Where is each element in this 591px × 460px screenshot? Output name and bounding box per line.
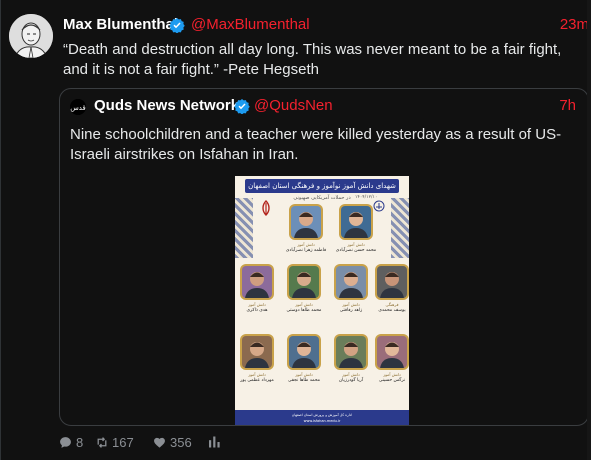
portrait-name: نرگس حسینی [378,378,406,383]
portrait-role: دانش آموز [342,302,360,307]
portrait-photo [375,264,409,300]
portrait-photo [287,334,321,370]
repost-icon [97,437,107,448]
post: Max Blumenthal @MaxBlumenthal 23m “Death… [0,0,591,460]
person-photo-icon [377,266,407,298]
analytics-button[interactable] [209,434,223,452]
portrait-name: هدی ذاکری [246,308,268,313]
person-photo-icon [242,336,272,368]
portrait-name: زاهد رفاقتی [339,308,363,313]
portrait-name: یوسف محمدی [378,308,406,313]
author-name[interactable]: Max Blumenthal [63,16,178,33]
reply-count: 8 [76,435,84,450]
portrait-name: محمد طاها نجفی [287,378,321,383]
author-avatar[interactable] [9,14,53,58]
post-header: Max Blumenthal @MaxBlumenthal 23m [63,16,591,36]
portrait-photo [240,264,274,300]
portrait-name: محمد حسن نصرآبادی [335,248,377,253]
verified-badge-icon [169,18,185,33]
person-photo-icon [341,206,371,238]
person-photo-icon [336,266,366,298]
portrait-role: دانش آموز [297,242,315,247]
portrait-photo [339,204,373,240]
poster-footer-url: www.isfahan.medu.ir [303,419,341,423]
portrait-role: دانش آموز [295,372,313,377]
poster-title: شهدای دانش آموز نوآموز و فرهنگی استان اص… [245,179,399,193]
repost-count: 167 [112,435,134,450]
portrait-photo [334,334,368,370]
portrait-photo [287,264,321,300]
quote-avatar-label: قدس [70,104,86,112]
portrait-role: دانش آموز [248,372,266,377]
person-photo-icon [336,336,366,368]
post-text: “Death and destruction all day long. Thi… [63,41,562,78]
iran-emblem-icon [262,200,270,216]
like-button[interactable]: 356 [153,434,209,452]
poster-footer-line: اداره کل آموزش و پرورش استان اصفهان [291,413,353,417]
poster-footer: اداره کل آموزش و پرورش استان اصفهان www.… [235,410,409,425]
quote-header: Quds News Network @QudsNen 7h [94,97,584,117]
verified-badge-icon [234,99,250,114]
like-icon [154,437,165,448]
portrait-photo [240,334,274,370]
reply-icon [60,437,71,448]
quote-author-handle[interactable]: @QudsNen [254,97,333,114]
reply-button[interactable]: 8 [59,434,89,452]
author-handle[interactable]: @MaxBlumenthal [191,16,310,33]
portrait-role: دانش آموز [383,372,401,377]
person-photo-icon [289,336,319,368]
decorative-pattern [391,198,409,258]
repost-button[interactable]: 167 [95,434,147,452]
action-bar: 8 167 356 [59,434,259,454]
portrait-name: محمد طاها دوستی [286,308,322,313]
decorative-pattern [235,198,253,258]
quoted-post[interactable]: قدس Quds News Network @QudsNen 7h Nine s… [59,88,589,426]
like-count: 356 [170,435,192,450]
quote-media-image[interactable]: شهدای دانش آموز نوآموز و فرهنگی استان اص… [235,176,409,425]
scrollbar[interactable] [587,0,591,460]
quote-author-name[interactable]: Quds News Network [94,97,239,114]
portrait-role: دانش آموز [295,302,313,307]
post-time[interactable]: 23m [560,16,589,33]
portrait-role: دانش آموز [342,372,360,377]
portrait-name: آریا گودرزیان [338,378,364,383]
quote-time[interactable]: 7h [559,97,576,114]
portrait-name: فاطمه زهرا نصرآبادی [285,248,327,253]
portrait-photo [375,334,409,370]
quote-author-avatar[interactable]: قدس [70,99,86,115]
portrait-role: فرهنگی [385,302,399,307]
analytics-icon [209,436,220,448]
ministry-logo-icon [373,200,385,212]
portrait-photo [334,264,368,300]
person-photo-icon [242,266,272,298]
person-photo-icon [291,206,321,238]
person-photo-icon [289,266,319,298]
portrait-role: دانش آموز [347,242,365,247]
portrait-photo [289,204,323,240]
quote-text: Nine schoolchildren and a teacher were k… [70,126,562,163]
person-photo-icon [377,336,407,368]
portrait-name: مهرداد عظمی پور [240,378,274,383]
portrait-role: دانش آموز [248,302,266,307]
